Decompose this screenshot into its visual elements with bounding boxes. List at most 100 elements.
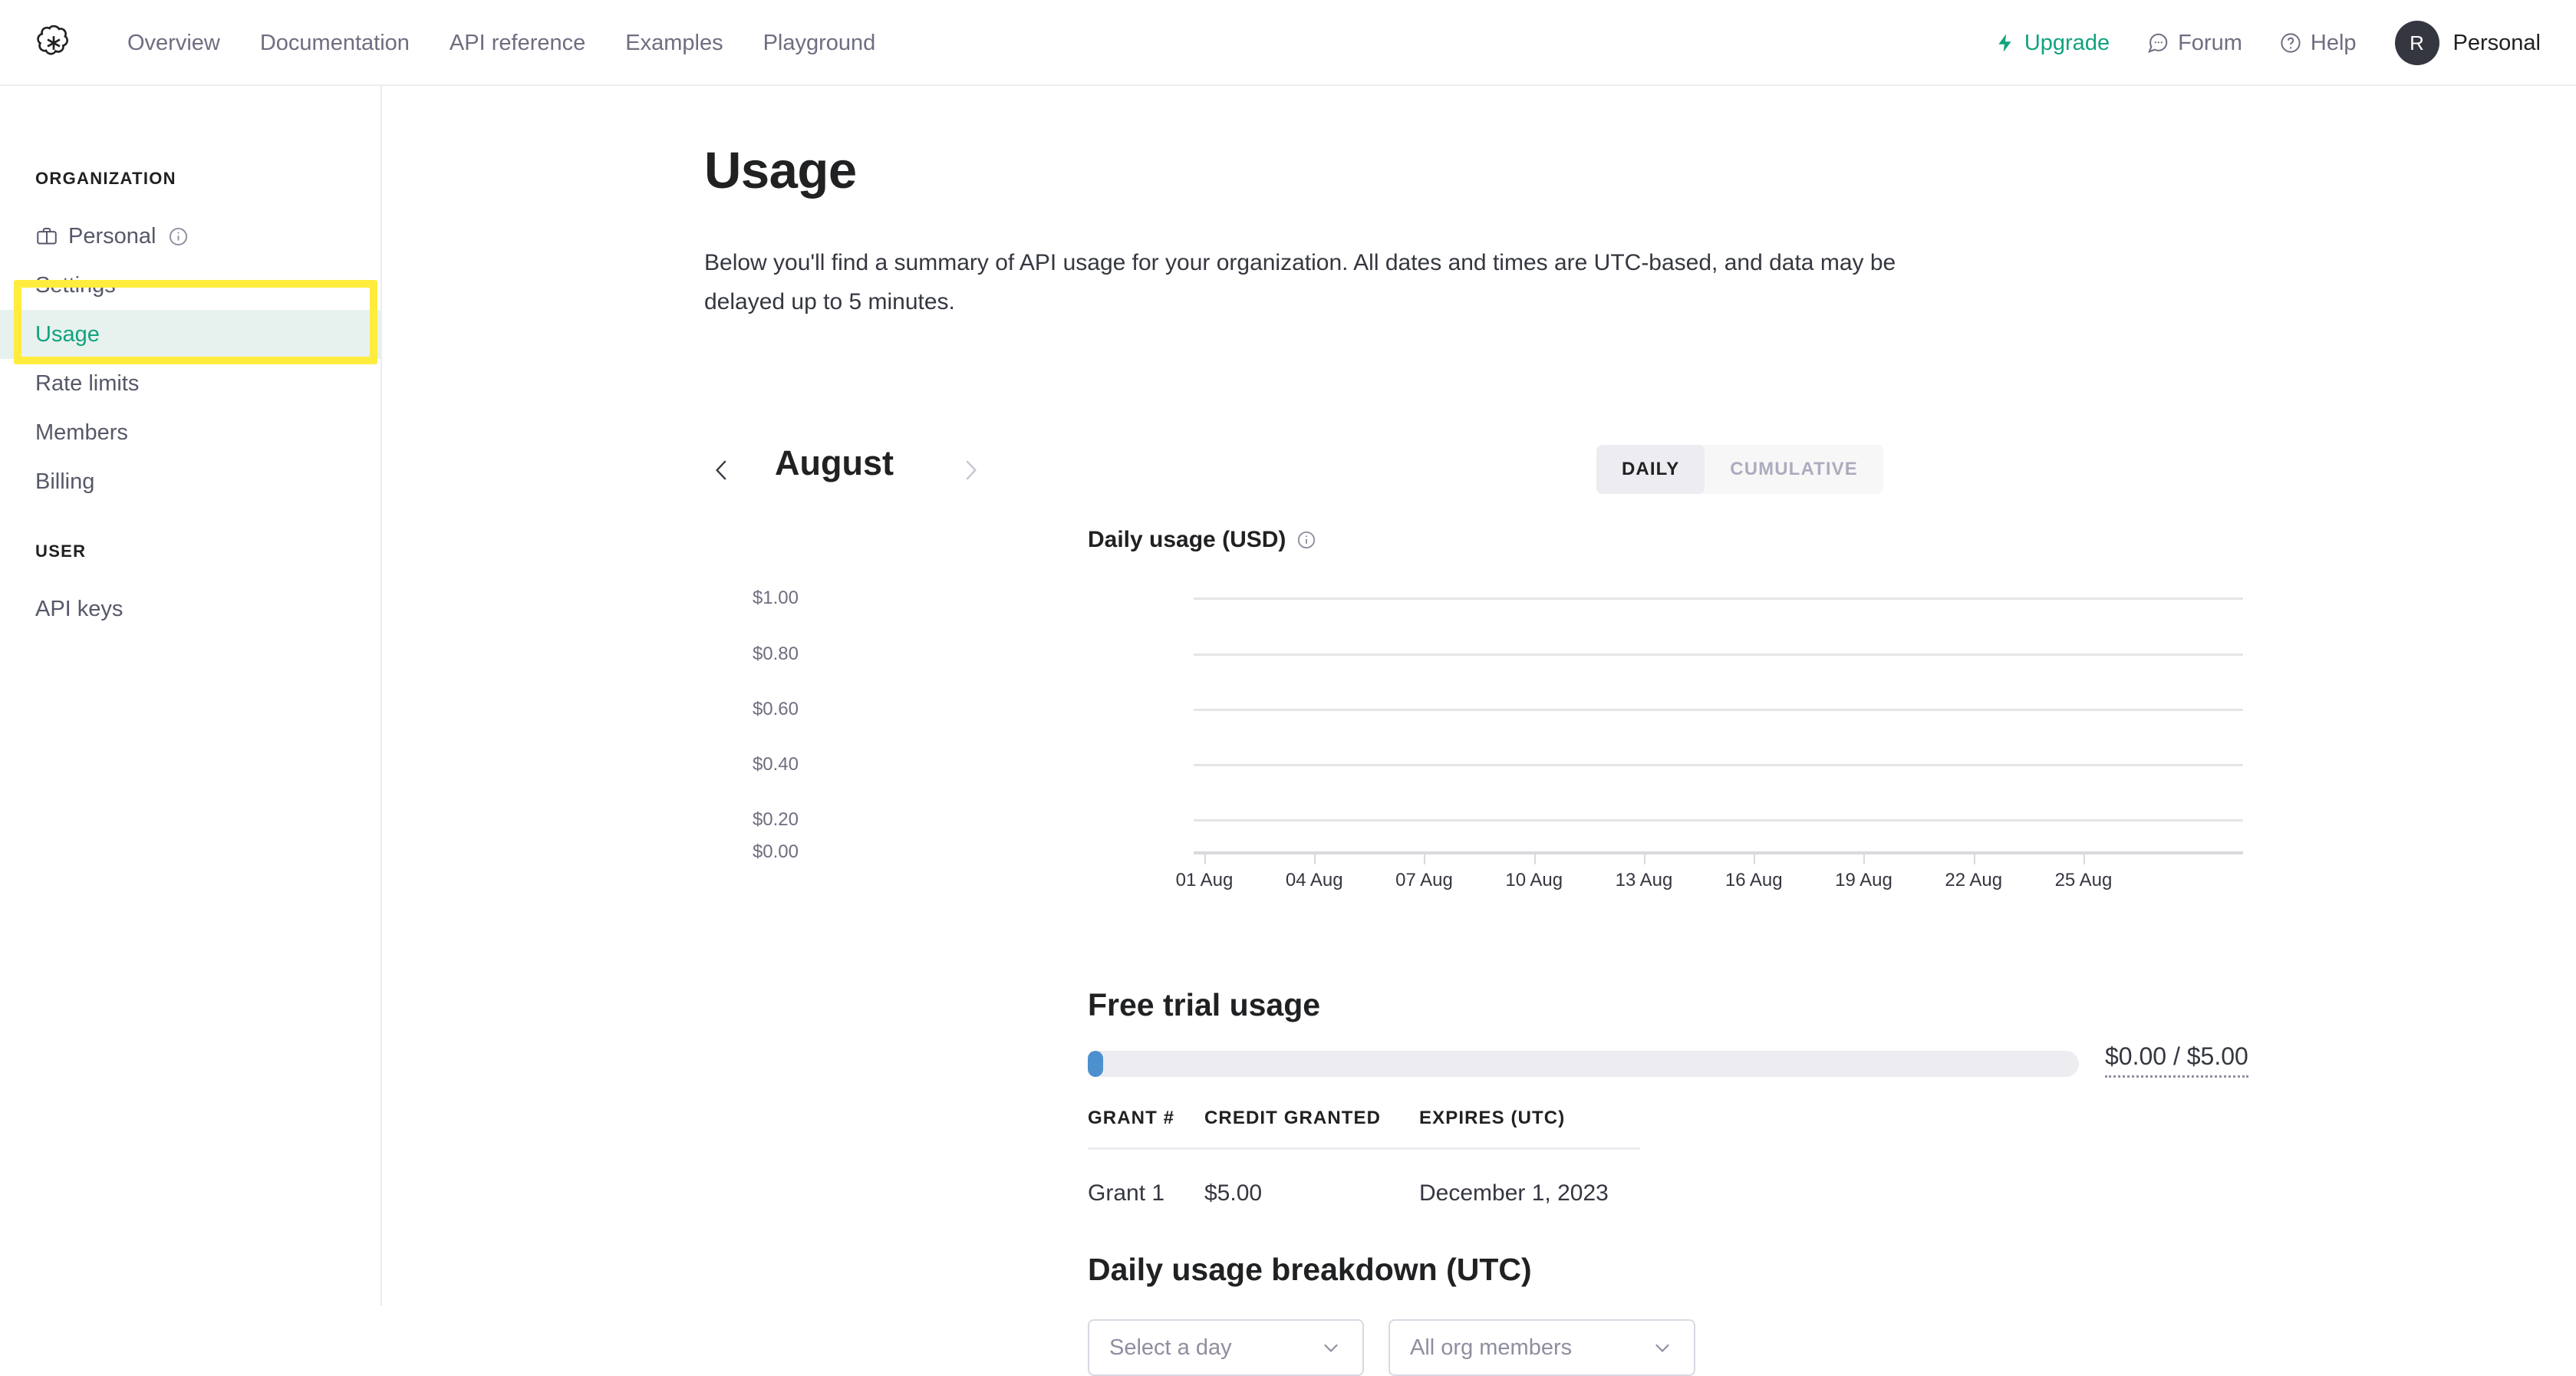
cell-expires: December 1, 2023 [1419,1180,1609,1206]
x-axis-tick-mark [1863,852,1866,864]
free-trial-title: Free trial usage [1088,987,1321,1022]
x-axis-tick-label: 04 Aug [1285,870,1343,890]
y-axis-tick: $0.60 [752,699,799,719]
nav-item-examples[interactable]: Examples [605,0,743,86]
gridline [1194,653,2243,656]
free-trial-amount[interactable]: $0.00 / $5.00 [2105,1042,2248,1078]
x-axis-tick-label: 22 Aug [1945,870,2003,890]
help-label: Help [2310,30,2357,55]
openai-logo-icon[interactable] [32,21,75,64]
upgrade-button[interactable]: Upgrade [1976,31,2128,56]
table-header-row: GRANT # CREDIT GRANTED EXPIRES (UTC) [1088,1108,1640,1150]
sidebar-item-billing[interactable]: Billing [0,457,382,506]
sidebar-item-label: Billing [35,469,95,494]
free-trial-progress-fill [1088,1051,1103,1077]
x-axis-tick-mark [1424,852,1426,864]
gridline [1194,597,2243,600]
y-axis-tick: $0.00 [752,841,799,862]
current-month-label: August [775,443,894,482]
y-axis-tick: $0.40 [752,754,799,775]
x-axis-tick-label: 19 Aug [1835,870,1892,890]
page-title: Usage [704,142,857,199]
gridline [1194,709,2243,711]
chart-title: Daily usage (USD) [1088,527,1286,552]
sidebar-item-personal[interactable]: Personal [0,212,382,261]
question-mark-circle-icon [2279,31,2302,54]
x-axis-tick-mark [1314,852,1316,864]
lightning-bolt-icon [1995,32,2016,54]
next-month-button[interactable] [953,448,988,492]
header-actions: Upgrade Forum Help R Personal [1976,0,2541,86]
tab-daily[interactable]: DAILY [1596,445,1705,494]
column-header-expires: EXPIRES (UTC) [1419,1108,1566,1128]
x-axis-tick-label: 13 Aug [1615,870,1673,890]
nav-item-overview[interactable]: Overview [107,0,240,86]
sidebar-item-label: Settings [35,272,116,298]
forum-label: Forum [2178,30,2242,55]
chat-bubble-icon [2146,31,2169,54]
y-axis-tick: $0.20 [752,809,799,830]
sidebar-item-label: Rate limits [35,370,140,396]
forum-button[interactable]: Forum [2128,31,2261,56]
usage-mode-toggle: DAILY CUMULATIVE [1596,445,1883,494]
account-label: Personal [2452,30,2541,55]
day-select-value: Select a day [1109,1335,1232,1360]
y-axis-tick: $1.00 [752,588,799,608]
page-description: Below you'll find a summary of API usage… [704,250,1896,314]
sidebar-item-api-keys[interactable]: API keys [0,584,382,634]
nav-item-documentation[interactable]: Documentation [240,0,430,86]
x-axis-tick-label: 25 Aug [2054,870,2113,890]
sidebar-group-organization: ORGANIZATION [35,169,176,188]
sidebar-item-label: Usage [35,321,100,347]
briefcase-icon [35,225,58,248]
upgrade-label: Upgrade [2024,30,2110,55]
grants-table: GRANT # CREDIT GRANTED EXPIRES (UTC) Gra… [1088,1108,1640,1206]
tab-cumulative[interactable]: CUMULATIVE [1705,445,1883,494]
sidebar-item-settings[interactable]: Settings [0,261,382,310]
gridline [1194,819,2243,821]
sidebar-item-rate-limits[interactable]: Rate limits [0,359,382,408]
main-content: Usage Below you'll find a summary of API… [382,86,2576,1376]
free-trial-progress-bar [1088,1051,2079,1077]
sidebar-group-user: USER [35,542,87,561]
sidebar: ORGANIZATION Personal Settings Usage Rat… [0,86,382,1305]
column-header-credit: CREDIT GRANTED [1204,1108,1382,1128]
x-axis-tick-label: 10 Aug [1505,870,1563,890]
previous-month-button[interactable] [704,448,740,492]
info-icon[interactable] [168,226,189,247]
chevron-down-icon [1651,1336,1674,1359]
sidebar-item-members[interactable]: Members [0,408,382,457]
column-header-grant: GRANT # [1088,1108,1175,1128]
sidebar-item-label: Members [35,420,128,445]
table-row: Grant 1 $5.00 December 1, 2023 [1088,1150,1640,1206]
day-select-dropdown[interactable]: Select a day [1088,1319,1364,1376]
x-axis-tick-label: 07 Aug [1395,870,1453,890]
sidebar-item-usage[interactable]: Usage [0,310,382,359]
x-axis-tick-mark [1533,852,1536,864]
x-axis-line [1194,851,2243,854]
help-button[interactable]: Help [2261,31,2375,56]
x-axis-tick-mark [1973,852,1975,864]
x-axis-tick-label: 01 Aug [1175,870,1234,890]
account-menu[interactable]: R Personal [2375,21,2541,65]
chevron-down-icon [1319,1336,1342,1359]
x-axis-tick-mark [2083,852,2085,864]
x-axis-tick-mark [1643,852,1645,864]
nav-item-playground[interactable]: Playground [743,0,896,86]
y-axis-tick: $0.80 [752,644,799,664]
x-axis-tick-mark [1754,852,1756,864]
gridline [1194,764,2243,766]
avatar: R [2394,21,2439,65]
chart-title-row: Daily usage (USD) [1088,527,1316,553]
nav-item-api-reference[interactable]: API reference [430,0,605,86]
sidebar-item-label: Personal [68,223,156,249]
primary-nav: Overview Documentation API reference Exa… [107,0,895,86]
x-axis-tick-mark [1204,852,1206,864]
member-select-dropdown[interactable]: All org members [1388,1319,1695,1376]
breakdown-filters: Select a day All org members [1088,1319,1695,1376]
month-selector: August DAILY CUMULATIVE [704,443,1939,499]
top-header: Overview Documentation API reference Exa… [0,0,2576,86]
member-select-value: All org members [1410,1335,1573,1360]
cell-credit: $5.00 [1204,1180,1263,1206]
info-icon[interactable] [1296,530,1316,550]
